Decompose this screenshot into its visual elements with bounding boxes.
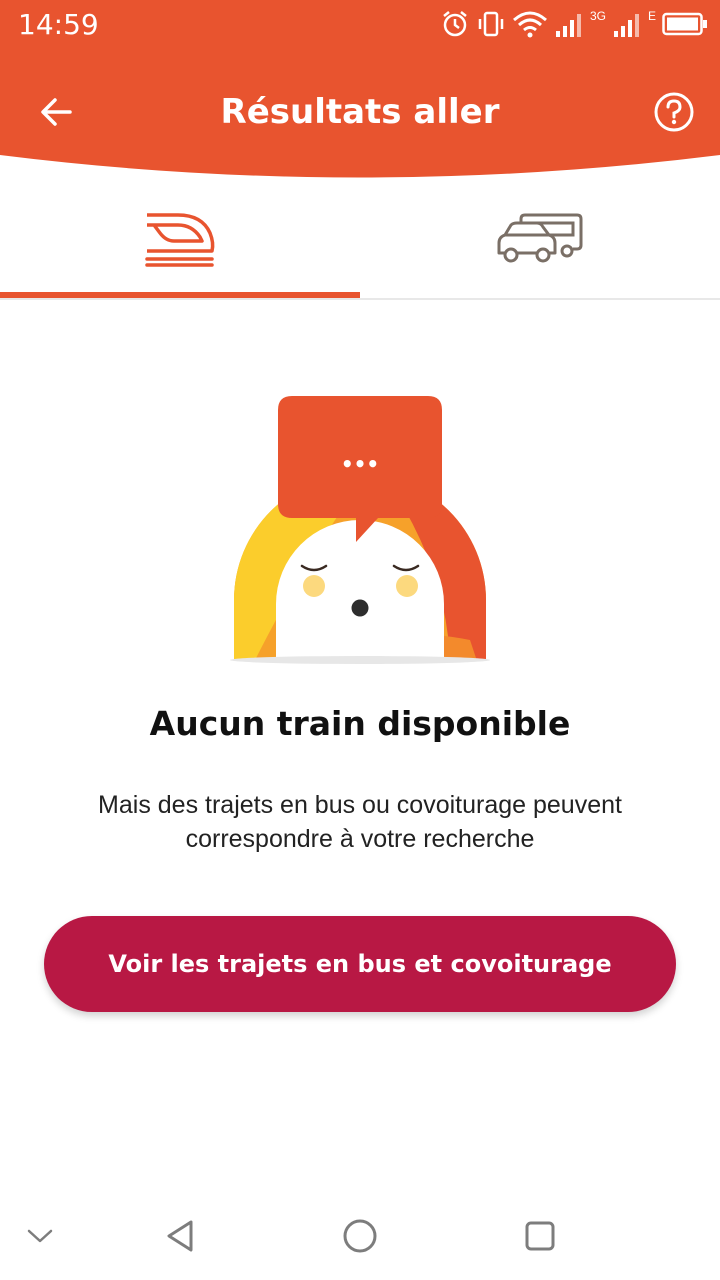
status-time: 14:59 xyxy=(18,8,99,41)
tabs-divider xyxy=(0,298,720,300)
empty-state-title: Aucun train disponible xyxy=(149,704,571,743)
vibrate-icon xyxy=(476,9,506,39)
network-type-label: E xyxy=(647,9,656,23)
selected-tab-indicator xyxy=(0,292,360,298)
question-circle-icon xyxy=(654,92,694,132)
home-circle-icon xyxy=(343,1219,377,1253)
subtitle-line-1: Mais des trajets en bus ou covoiturage p… xyxy=(98,791,622,819)
speech-bubble-text: ••• xyxy=(340,452,380,476)
page-title: Résultats aller xyxy=(220,92,500,132)
mode-tabs xyxy=(0,180,720,300)
nav-home-button[interactable] xyxy=(330,1206,390,1266)
app-header: 14:59 3G E Résultats aller xyxy=(0,0,720,180)
chevron-down-icon xyxy=(27,1229,53,1243)
signal-icon xyxy=(612,9,642,39)
tab-train[interactable] xyxy=(0,180,360,298)
back-triangle-icon xyxy=(167,1220,193,1252)
nav-back-button[interactable] xyxy=(150,1206,210,1266)
status-icons: 3G E xyxy=(440,6,708,42)
empty-state-illustration: ••• xyxy=(220,390,500,670)
nav-recents-button[interactable] xyxy=(510,1206,570,1266)
network-type-label: 3G xyxy=(589,9,606,23)
help-button[interactable] xyxy=(652,90,696,134)
empty-state-subtitle: Mais des trajets en bus ou covoiturage p… xyxy=(40,788,680,856)
sleepy-mascot-illustration xyxy=(230,396,490,664)
wifi-icon xyxy=(512,9,548,39)
subtitle-line-2: correspondre à votre recherche xyxy=(185,825,535,853)
nav-collapse-button[interactable] xyxy=(10,1206,70,1266)
system-nav-bar xyxy=(0,1190,720,1280)
train-icon xyxy=(145,213,215,267)
bus-car-icon xyxy=(497,213,583,263)
battery-icon xyxy=(662,11,708,37)
recents-square-icon xyxy=(525,1221,555,1251)
see-bus-carpool-button[interactable]: Voir les trajets en bus et covoiturage xyxy=(44,916,676,1012)
alarm-icon xyxy=(440,9,470,39)
signal-icon xyxy=(554,9,584,39)
tab-bus-covoiturage[interactable] xyxy=(360,180,720,298)
